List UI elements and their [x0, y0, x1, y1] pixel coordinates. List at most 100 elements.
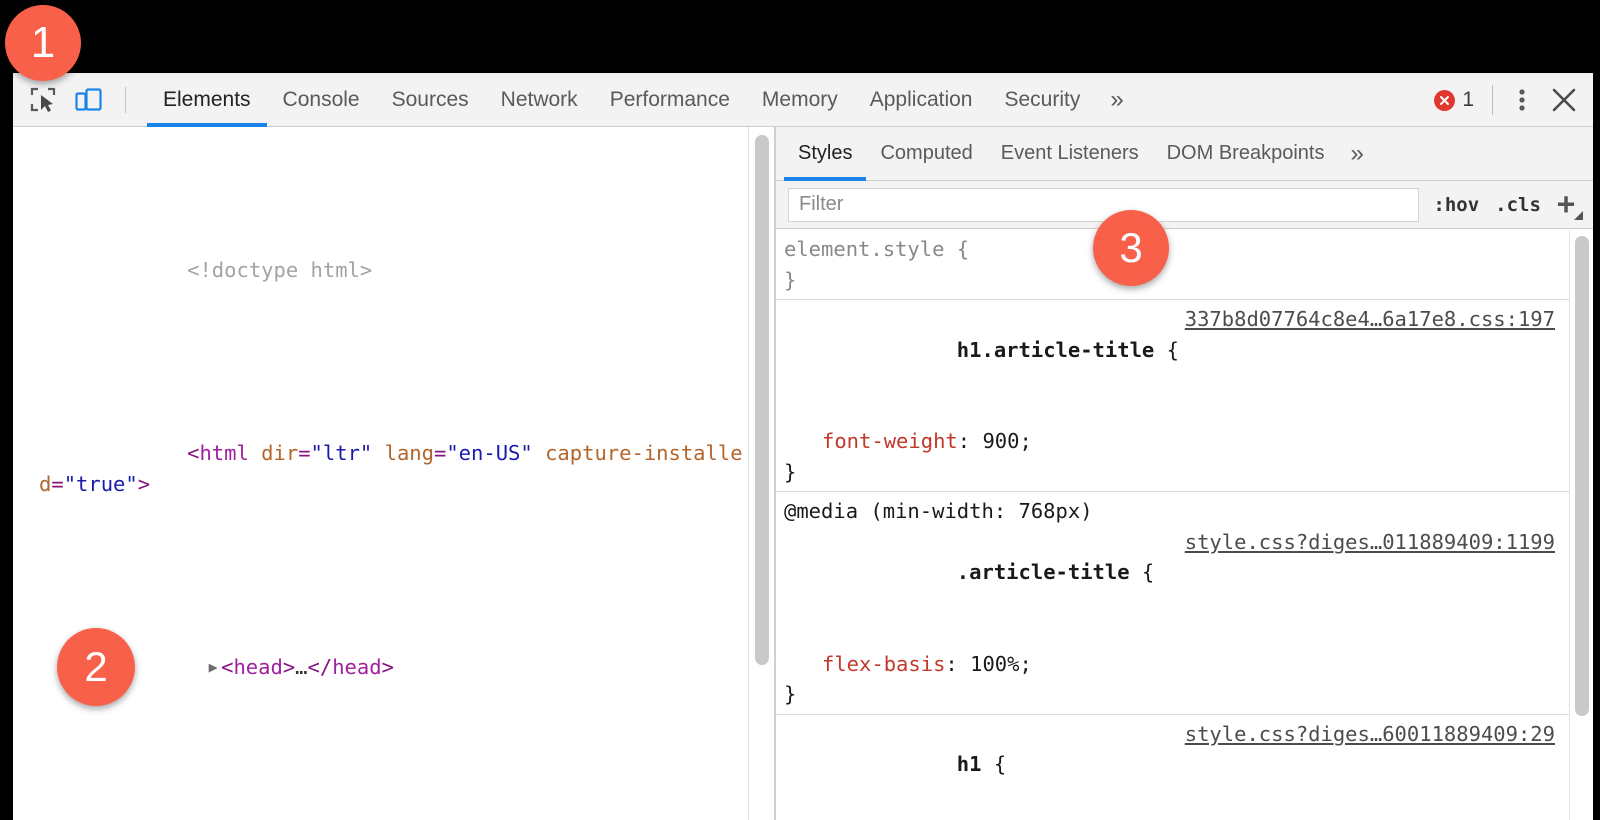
styles-scrollbar-thumb[interactable]: [1575, 236, 1589, 716]
doctype-text: <!doctype html>: [187, 258, 372, 282]
callout-marker-2: 2: [57, 628, 135, 706]
styles-filter-input[interactable]: Filter: [788, 188, 1419, 222]
tab-event-listeners-label: Event Listeners: [1001, 142, 1139, 165]
tab-application-label: Application: [870, 88, 973, 112]
dropdown-caret-icon[interactable]: [1574, 211, 1583, 220]
toggle-device-toolbar-button[interactable]: [71, 82, 107, 118]
css-property-value[interactable]: 900: [982, 429, 1019, 453]
css-declaration[interactable]: flex-basis: 100%;: [784, 649, 1559, 680]
tab-event-listeners[interactable]: Event Listeners: [987, 127, 1153, 181]
tab-console-label: Console: [283, 88, 360, 112]
close-devtools-button[interactable]: [1543, 79, 1585, 121]
css-selector[interactable]: element.style: [784, 237, 944, 261]
tab-security[interactable]: Security: [988, 73, 1096, 127]
plus-icon: +: [1557, 187, 1575, 222]
css-media-text: @media (min-width: 768px): [784, 499, 1093, 523]
device-toolbar-icon: [75, 87, 103, 113]
tab-sources-label: Sources: [392, 88, 469, 112]
customize-menu-button[interactable]: [1501, 79, 1543, 121]
styles-more-tabs-button[interactable]: »: [1338, 127, 1375, 181]
css-source-link[interactable]: 337b8d07764c8e4…6a17e8.css:197: [1185, 304, 1555, 335]
css-rule-media-article-title[interactable]: @media (min-width: 768px) .article-title…: [776, 492, 1569, 715]
css-source-link[interactable]: style.css?diges…60011889409:29: [1185, 719, 1555, 750]
tab-memory-label: Memory: [762, 88, 838, 112]
tab-network-label: Network: [501, 88, 578, 112]
css-selector-line[interactable]: h1.article-title { 337b8d07764c8e4…6a17e…: [784, 304, 1559, 426]
styles-panel: Styles Computed Event Listeners DOM Brea…: [776, 127, 1593, 820]
styles-scrollbar[interactable]: [1569, 230, 1593, 820]
toggle-element-state-button[interactable]: :hov: [1425, 194, 1487, 216]
tab-memory[interactable]: Memory: [746, 73, 854, 127]
callout-marker-3: 3: [1093, 210, 1169, 286]
dom-node-html[interactable]: <html dir="ltr" lang="en-US" capture-ins…: [13, 408, 748, 530]
toolbar-divider-2: [1492, 85, 1493, 115]
css-property-value[interactable]: 100%: [970, 652, 1019, 676]
tab-styles[interactable]: Styles: [784, 127, 866, 181]
kebab-menu-icon: [1519, 87, 1525, 113]
css-open-brace: {: [981, 752, 1006, 776]
tab-dom-breakpoints[interactable]: DOM Breakpoints: [1153, 127, 1339, 181]
css-close-brace: }: [784, 679, 1559, 710]
tab-application[interactable]: Application: [854, 73, 989, 127]
devtools-panes: <!doctype html> <html dir="ltr" lang="en…: [13, 127, 1593, 820]
css-property-name[interactable]: font-weight: [822, 429, 958, 453]
new-style-rule-button[interactable]: +: [1549, 192, 1585, 218]
devtools-toolbar: Elements Console Sources Network Perform…: [13, 73, 1593, 127]
toolbar-divider: [125, 87, 126, 113]
chevron-double-right-icon: »: [1110, 86, 1123, 114]
hov-label: :hov: [1433, 194, 1479, 216]
styles-sidebar-tabs: Styles Computed Event Listeners DOM Brea…: [776, 127, 1593, 181]
css-property-name[interactable]: flex-basis: [822, 652, 945, 676]
toolbar-right-group: 1: [1424, 73, 1585, 127]
tab-network[interactable]: Network: [485, 73, 594, 127]
close-icon: [1550, 86, 1578, 114]
dom-tree-panel[interactable]: <!doctype html> <html dir="ltr" lang="en…: [13, 127, 748, 820]
error-circle-icon: [1434, 90, 1455, 111]
css-media-query: @media (min-width: 768px): [784, 496, 1559, 527]
callout-marker-1: 1: [5, 5, 81, 81]
devtools-window: Elements Console Sources Network Perform…: [13, 73, 1593, 820]
css-selector[interactable]: h1.article-title: [957, 338, 1154, 362]
css-rule-h1[interactable]: h1 { style.css?diges…60011889409:29 font…: [776, 715, 1569, 820]
css-selector-line[interactable]: h1 { style.css?diges…60011889409:29: [784, 719, 1559, 820]
css-open-brace: {: [944, 237, 969, 261]
tab-performance-label: Performance: [610, 88, 730, 112]
tab-dom-breakpoints-label: DOM Breakpoints: [1167, 142, 1325, 165]
dom-tree-scrollbar[interactable]: [748, 127, 774, 820]
dom-node-body[interactable]: <body class="community-enabled">: [13, 804, 748, 820]
dom-tree-scrollbar-thumb[interactable]: [755, 135, 769, 665]
tab-computed[interactable]: Computed: [866, 127, 986, 181]
css-source-link[interactable]: style.css?diges…011889409:1199: [1185, 527, 1555, 558]
more-tabs-button[interactable]: »: [1096, 73, 1137, 127]
css-selector[interactable]: h1: [957, 752, 982, 776]
element-classes-button[interactable]: .cls: [1487, 194, 1549, 216]
css-selector-line[interactable]: .article-title { style.css?diges…0118894…: [784, 527, 1559, 649]
css-rule-h1-article-title[interactable]: h1.article-title { 337b8d07764c8e4…6a17e…: [776, 300, 1569, 492]
inspect-cursor-icon: [30, 87, 56, 113]
tab-computed-label: Computed: [880, 142, 972, 165]
css-selector[interactable]: .article-title: [957, 560, 1130, 584]
panel-tabs: Elements Console Sources Network Perform…: [147, 73, 1138, 127]
tab-elements-label: Elements: [163, 88, 251, 112]
dom-node-doctype[interactable]: <!doctype html>: [13, 225, 748, 317]
tab-console[interactable]: Console: [267, 73, 376, 127]
css-rule-element-style[interactable]: element.style { }: [776, 230, 1569, 300]
tab-performance[interactable]: Performance: [594, 73, 746, 127]
css-open-brace: {: [1154, 338, 1179, 362]
css-declaration[interactable]: font-weight: 900;: [784, 426, 1559, 457]
error-badge[interactable]: 1: [1424, 88, 1484, 112]
tab-elements[interactable]: Elements: [147, 73, 267, 127]
css-close-brace: }: [784, 265, 1559, 296]
expand-triangle-icon[interactable]: [205, 652, 221, 683]
css-rules-list: element.style { } h1.article-title { 337…: [776, 230, 1569, 820]
cls-label: .cls: [1495, 194, 1541, 216]
error-count-label: 1: [1462, 88, 1474, 112]
tab-sources[interactable]: Sources: [376, 73, 485, 127]
inspect-element-button[interactable]: [25, 82, 61, 118]
screenshot-frame: Elements Console Sources Network Perform…: [0, 0, 1600, 820]
css-selector-line[interactable]: element.style {: [784, 234, 1559, 265]
css-close-brace: }: [784, 457, 1559, 488]
css-open-brace: {: [1130, 560, 1155, 584]
close-x-glyph: [1438, 94, 1451, 107]
tab-security-label: Security: [1004, 88, 1080, 112]
